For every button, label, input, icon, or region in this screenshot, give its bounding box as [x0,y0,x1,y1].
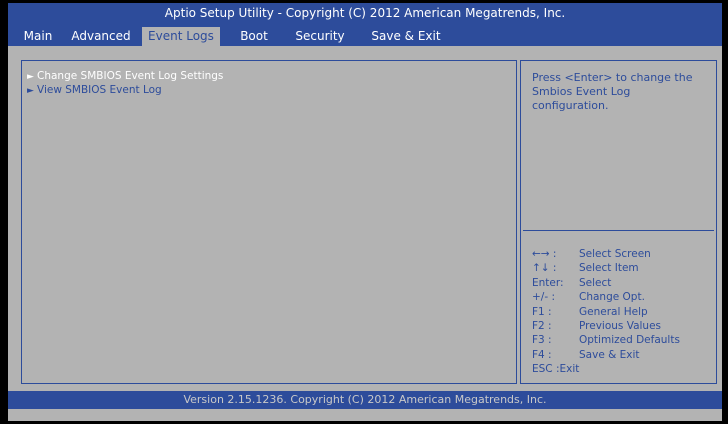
key-desc: General Help [579,305,648,318]
menu-item-change-smbios-event-log-settings[interactable]: ► Change SMBIOS Event Log Settings [27,70,223,82]
menu-item-view-smbios-event-log[interactable]: ► View SMBIOS Event Log [27,84,162,96]
tab-event-logs[interactable]: Event Logs [142,27,220,46]
key-desc: Select [579,276,612,289]
key-label: F2 : [532,319,552,332]
menu-item-label: Change SMBIOS Event Log Settings [37,70,224,82]
key-row-f3: F3 : Optimized Defaults [532,333,712,347]
key-label: Enter: [532,276,564,289]
settings-panel: ► Change SMBIOS Event Log Settings ► View … [21,60,517,384]
key-desc: Optimized Defaults [579,334,680,347]
tab-security[interactable]: Security [290,27,350,46]
key-row-esc: ESC :Exit [532,362,712,376]
help-divider [523,230,714,231]
key-desc: Select Item [579,262,639,275]
key-desc: Select Screen [579,248,651,260]
bios-window: Aptio Setup Utility - Copyright (C) 2012… [8,3,722,421]
tab-save-exit[interactable]: Save & Exit [366,27,446,46]
key-row-f4: F4 : Save & Exit [532,348,712,362]
key-row-change-opt: +/- : Change Opt. [532,290,712,304]
key-row-f2: F2 : Previous Values [532,319,712,333]
key-desc: Change Opt. [579,291,645,304]
key-legend: ←→ : Select Screen ↑↓ : Select Item Enter:… [532,247,712,377]
utility-title: Aptio Setup Utility - Copyright (C) 2012… [164,6,566,20]
key-label: F4 : [532,348,552,361]
tab-boot[interactable]: Boot [234,27,274,46]
key-label: +/- : [532,291,555,304]
submenu-arrow-icon: ► [27,72,34,82]
version-footer: Version 2.15.1236. Copyright (C) 2012 Am… [8,391,722,409]
help-text: Press <Enter> to change the Smbios Event… [532,71,693,112]
key-label: ←→ : [532,248,557,260]
key-row-select-screen: ←→ : Select Screen [532,247,712,261]
help-panel: Press <Enter> to change the Smbios Event… [520,60,717,384]
tab-advanced[interactable]: Advanced [65,27,137,46]
submenu-arrow-icon: ► [27,86,34,96]
menu-item-label: View SMBIOS Event Log [37,84,162,96]
key-label: F3 : [532,334,552,347]
key-desc: Save & Exit [579,348,640,361]
key-row-enter: Enter: Select [532,276,712,290]
key-label: F1 : [532,305,552,318]
tab-main[interactable]: Main [16,27,60,46]
key-label: ESC :Exit [532,363,580,376]
key-row-f1: F1 : General Help [532,305,712,319]
key-row-select-item: ↑↓ : Select Item [532,261,712,275]
key-label: ↑↓ : [532,262,557,275]
title-bar: Aptio Setup Utility - Copyright (C) 2012… [8,3,722,46]
key-desc: Previous Values [579,319,662,332]
tab-bar: Main Advanced Event Logs Boot Security S… [8,27,722,46]
